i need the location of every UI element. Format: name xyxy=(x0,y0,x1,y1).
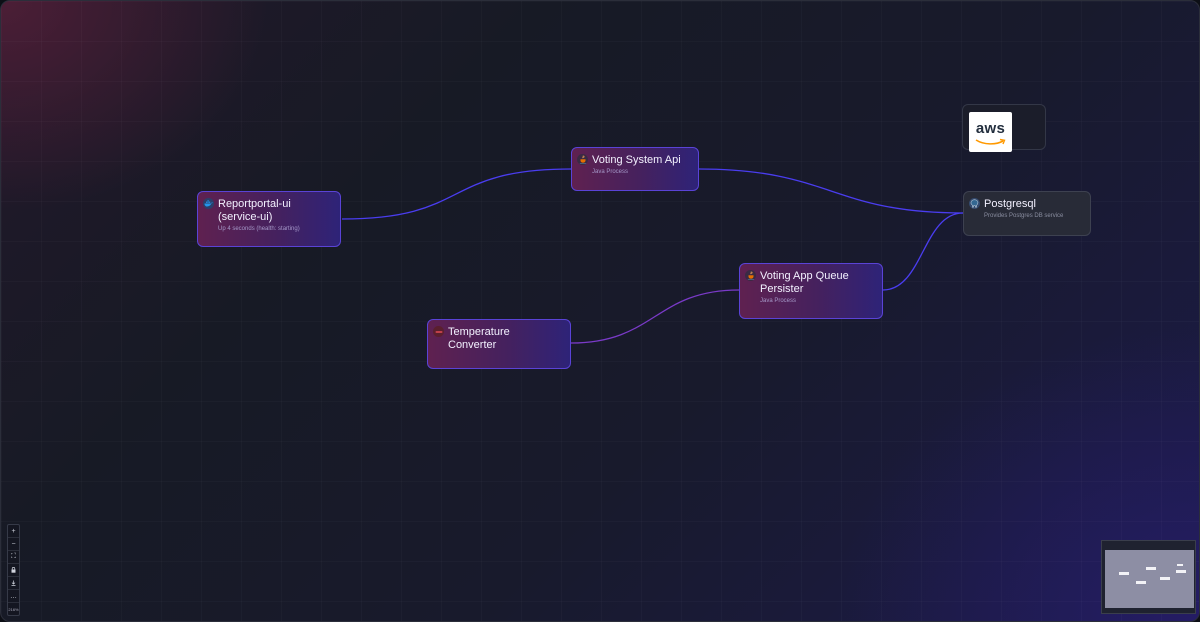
lock-icon xyxy=(11,567,16,573)
aws-logo-icon: aws xyxy=(969,112,1012,152)
minimap-node xyxy=(1177,564,1183,566)
edge-reportportal-to-voting-api xyxy=(341,168,572,220)
java-cup-icon xyxy=(745,270,756,281)
edge-queue-persister-to-postgresql xyxy=(882,212,964,291)
node-subtitle: Java Process xyxy=(592,169,629,175)
aws-smile-icon xyxy=(975,138,1006,145)
node-title: Voting System Api xyxy=(592,154,681,166)
edge-voting-api-to-postgresql xyxy=(698,168,964,214)
postgres-elephant-icon xyxy=(969,198,980,209)
aws-logo-text: aws xyxy=(975,120,1006,137)
node-subtitle: Java Process xyxy=(760,298,797,304)
download-button[interactable] xyxy=(8,577,19,590)
node-subtitle: Up 4 seconds (health: starting) xyxy=(218,226,300,232)
service-icon xyxy=(433,326,444,337)
minimap-node xyxy=(1176,570,1186,573)
zoom-level: 216% xyxy=(8,606,19,612)
zoom-in-button[interactable]: + xyxy=(8,525,19,538)
minimap-node xyxy=(1146,567,1156,570)
lock-button[interactable] xyxy=(8,564,19,577)
download-icon xyxy=(11,580,16,586)
minimap-node xyxy=(1136,581,1146,584)
node-title: Reportportal-ui (service-ui) xyxy=(218,198,291,223)
node-title: Voting App Queue Persister xyxy=(760,270,849,295)
minimap[interactable] xyxy=(1101,540,1196,614)
node-reportportal-ui[interactable]: Reportportal-ui (service-ui) Up 4 second… xyxy=(197,191,341,247)
minimap-node xyxy=(1160,577,1170,580)
node-voting-app-queue-persister[interactable]: Voting App Queue Persister Java Process xyxy=(739,263,883,319)
minimap-node xyxy=(1119,572,1129,575)
node-temperature-converter[interactable]: Temperature Converter xyxy=(427,319,571,369)
aws-card[interactable]: aws xyxy=(962,104,1046,152)
docker-whale-icon xyxy=(203,198,214,209)
node-title: Temperature Converter xyxy=(448,326,510,351)
minimap-viewport[interactable] xyxy=(1105,550,1194,608)
node-title: Postgresql xyxy=(984,198,1036,210)
java-cup-icon xyxy=(577,154,588,165)
zoom-out-button[interactable]: − xyxy=(8,538,19,551)
node-postgresql[interactable]: Postgresql Provides Postgres DB service xyxy=(963,191,1091,236)
canvas-controls: + − ⛶ … 216% xyxy=(7,524,20,616)
flow-canvas[interactable]: Reportportal-ui (service-ui) Up 4 second… xyxy=(0,0,1200,622)
more-button[interactable]: … xyxy=(8,590,19,603)
edges-layer xyxy=(341,168,964,344)
edge-temperature-converter-to-queue-persister xyxy=(570,289,740,344)
fit-view-button[interactable]: ⛶ xyxy=(8,551,19,564)
node-subtitle: Provides Postgres DB service xyxy=(984,213,1064,219)
node-voting-system-api[interactable]: Voting System Api Java Process xyxy=(571,147,699,191)
